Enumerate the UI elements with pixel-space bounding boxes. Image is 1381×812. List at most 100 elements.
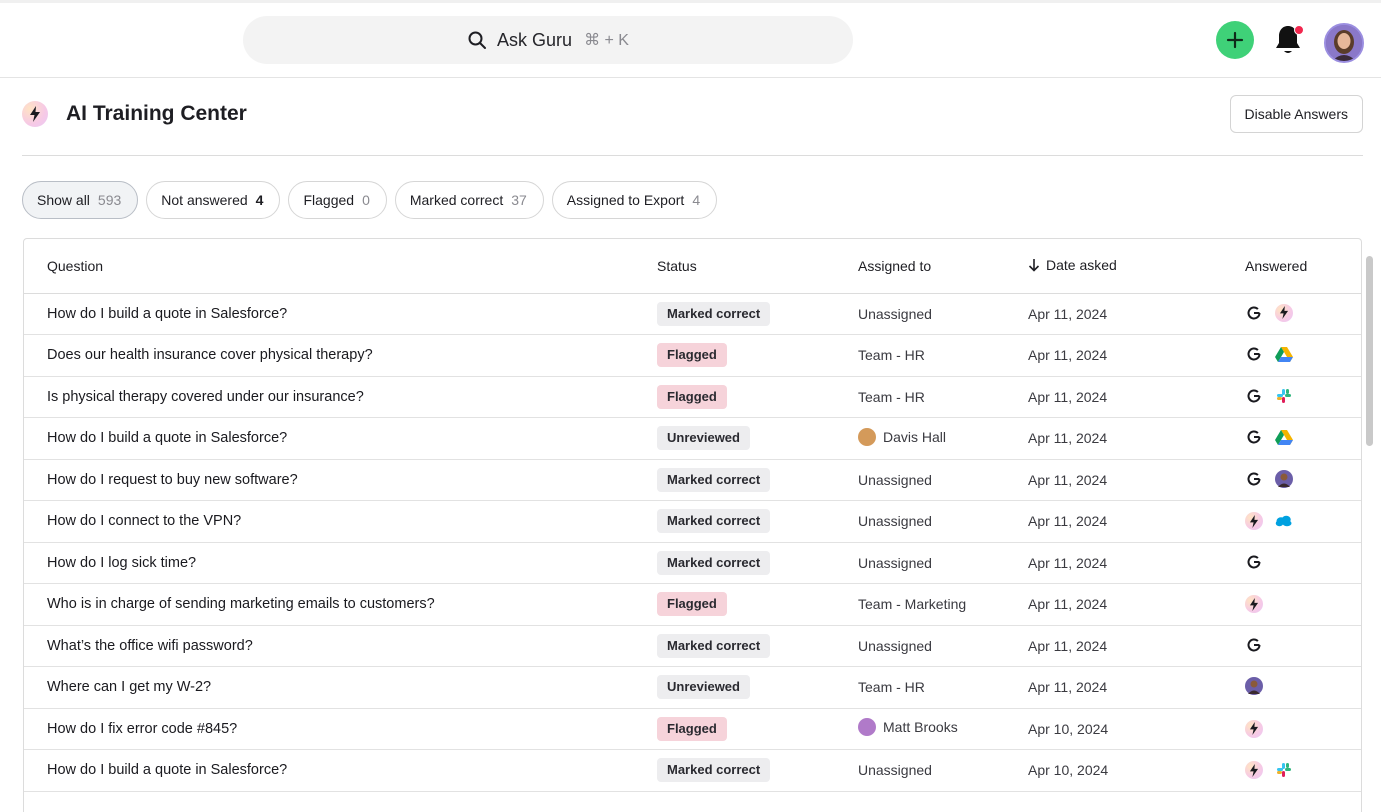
filter-marked-correct[interactable]: Marked correct 37 <box>394 181 544 219</box>
assigned-cell[interactable]: Unassigned <box>858 293 1028 335</box>
question-text[interactable]: How do I build a quote in Salesforce? <box>24 417 657 460</box>
assignee-name: Matt Brooks <box>883 719 958 736</box>
date-asked: Apr 11, 2024 <box>1028 376 1245 418</box>
slack-icon[interactable] <box>1275 761 1293 779</box>
table-row[interactable]: Does our health insurance cover physical… <box>24 334 1361 377</box>
table-row[interactable]: How do I request to buy new software? Mar… <box>24 459 1361 501</box>
guru-icon[interactable] <box>1245 761 1263 779</box>
question-text[interactable]: How do I fix error code #845? <box>24 708 657 750</box>
assignee: Unassigned <box>858 513 932 529</box>
table-row[interactable]: How do I build a quote in Salesforce? Mar… <box>24 293 1361 335</box>
person-icon[interactable] <box>1275 469 1293 488</box>
assignee: Unassigned <box>858 555 932 571</box>
google-drive-icon[interactable] <box>1275 345 1293 363</box>
slack-icon[interactable] <box>1275 387 1293 405</box>
table-row[interactable]: What’s the office wifi password? Marked c… <box>24 625 1361 667</box>
source-icons <box>1245 512 1293 530</box>
google-icon[interactable] <box>1245 304 1263 322</box>
assignee-name: Team - HR <box>858 388 925 405</box>
table-row[interactable]: How do I build a quote in Salesforce? Unr… <box>24 417 1361 460</box>
google-icon[interactable] <box>1245 345 1263 363</box>
filter-flagged[interactable]: Flagged 0 <box>288 181 387 219</box>
guru-icon[interactable] <box>1245 512 1263 530</box>
assigned-cell[interactable]: Unassigned <box>858 500 1028 543</box>
assigned-cell[interactable]: Team - HR <box>858 376 1028 418</box>
source-icons <box>1245 595 1263 613</box>
question-text[interactable]: How do I build a quote in Salesforce? <box>24 293 657 335</box>
source-icons <box>1245 676 1263 695</box>
assignee-name: Davis Hall <box>883 428 947 445</box>
question-text[interactable]: How do I log sick time? <box>24 542 657 584</box>
assignee-name: Unassigned <box>858 762 932 779</box>
assignee: Team - HR <box>858 389 925 405</box>
table-row[interactable]: Who is in charge of sending marketing em… <box>24 583 1361 626</box>
google-icon[interactable] <box>1245 428 1263 446</box>
status-cell: Flagged <box>657 334 858 377</box>
filter-show-all[interactable]: Show all 593 <box>22 181 139 219</box>
column-date-asked[interactable]: Date asked <box>1028 239 1245 294</box>
question-text[interactable]: Does our health insurance cover physical… <box>24 334 657 377</box>
salesforce-icon[interactable] <box>1275 512 1293 530</box>
question-text[interactable]: How do I request to buy new software? <box>24 459 657 501</box>
question-text[interactable]: Who is in charge of sending marketing em… <box>24 583 657 626</box>
answered-sources <box>1245 376 1361 418</box>
assignee-avatar <box>858 427 876 446</box>
column-status[interactable]: Status <box>657 239 858 294</box>
assigned-cell[interactable]: Unassigned <box>858 542 1028 584</box>
disable-answers-button[interactable]: Disable Answers <box>1229 95 1363 133</box>
date-asked: Apr 11, 2024 <box>1028 293 1245 335</box>
table-row[interactable]: How do I fix error code #845? Flagged Matt… <box>24 708 1361 750</box>
assigned-cell[interactable]: Team - HR <box>858 334 1028 377</box>
assigned-cell[interactable]: Davis Hall <box>858 417 1028 460</box>
filter-assigned-to-export[interactable]: Assigned to Export 4 <box>551 181 718 219</box>
assigned-cell[interactable]: Team - HR <box>858 666 1028 709</box>
status-badge: Marked correct <box>657 550 771 575</box>
status-cell: Marked correct <box>657 749 858 792</box>
status-badge: Marked correct <box>657 633 771 658</box>
top-bar: Ask Guru ⌘ + K <box>0 0 1381 78</box>
google-icon[interactable] <box>1245 470 1263 488</box>
person-icon[interactable] <box>1245 676 1263 695</box>
guru-icon[interactable] <box>1245 719 1263 738</box>
search-bar[interactable]: Ask Guru ⌘ + K <box>243 16 853 64</box>
source-icons <box>1245 387 1293 405</box>
notifications-button[interactable] <box>1273 23 1307 59</box>
status-badge: Flagged <box>657 384 727 409</box>
google-icon[interactable] <box>1245 636 1263 654</box>
question-text[interactable]: Where can I get my W-2? <box>24 666 657 709</box>
column-answered[interactable]: Answered <box>1245 239 1361 294</box>
guru-icon[interactable] <box>1275 303 1293 322</box>
source-icons <box>1245 761 1293 779</box>
column-question[interactable]: Question <box>24 239 657 294</box>
assigned-cell[interactable]: Unassigned <box>858 625 1028 667</box>
table-row[interactable]: How do I log sick time? Marked correct Una… <box>24 542 1361 584</box>
column-assigned-to[interactable]: Assigned to <box>858 239 1028 294</box>
google-drive-icon[interactable] <box>1275 428 1293 446</box>
filter-not-answered[interactable]: Not answered 4 <box>146 181 281 219</box>
user-avatar[interactable] <box>1324 23 1364 63</box>
assignee: Unassigned <box>858 306 932 322</box>
question-text[interactable]: How do I connect to the VPN? <box>24 500 657 543</box>
table-row[interactable]: Is physical therapy covered under our in… <box>24 376 1361 418</box>
guru-icon[interactable] <box>1245 595 1263 613</box>
question-text[interactable]: Is physical therapy covered under our in… <box>24 376 657 418</box>
google-icon[interactable] <box>1245 387 1263 405</box>
status-cell: Unreviewed <box>657 666 858 709</box>
scrollbar[interactable] <box>1366 256 1373 446</box>
table-row[interactable]: Where can I get my W-2? Unreviewed Team - … <box>24 666 1361 709</box>
avatar-image <box>1326 25 1362 61</box>
google-icon[interactable] <box>1245 553 1263 571</box>
question-text[interactable]: What’s the office wifi password? <box>24 625 657 667</box>
status-badge: Unreviewed <box>657 675 750 700</box>
table-row[interactable]: How do I build a quote in Salesforce? Mar… <box>24 749 1361 792</box>
assigned-cell[interactable]: Matt Brooks <box>858 708 1028 750</box>
filter-label: Flagged <box>303 192 355 208</box>
source-icons <box>1245 636 1263 654</box>
source-icons <box>1245 719 1263 738</box>
assigned-cell[interactable]: Unassigned <box>858 749 1028 792</box>
assigned-cell[interactable]: Unassigned <box>858 459 1028 501</box>
assigned-cell[interactable]: Team - Marketing <box>858 583 1028 626</box>
question-text[interactable]: How do I build a quote in Salesforce? <box>24 749 657 792</box>
table-row[interactable]: How do I connect to the VPN? Marked corre… <box>24 500 1361 543</box>
add-button[interactable] <box>1216 21 1254 59</box>
